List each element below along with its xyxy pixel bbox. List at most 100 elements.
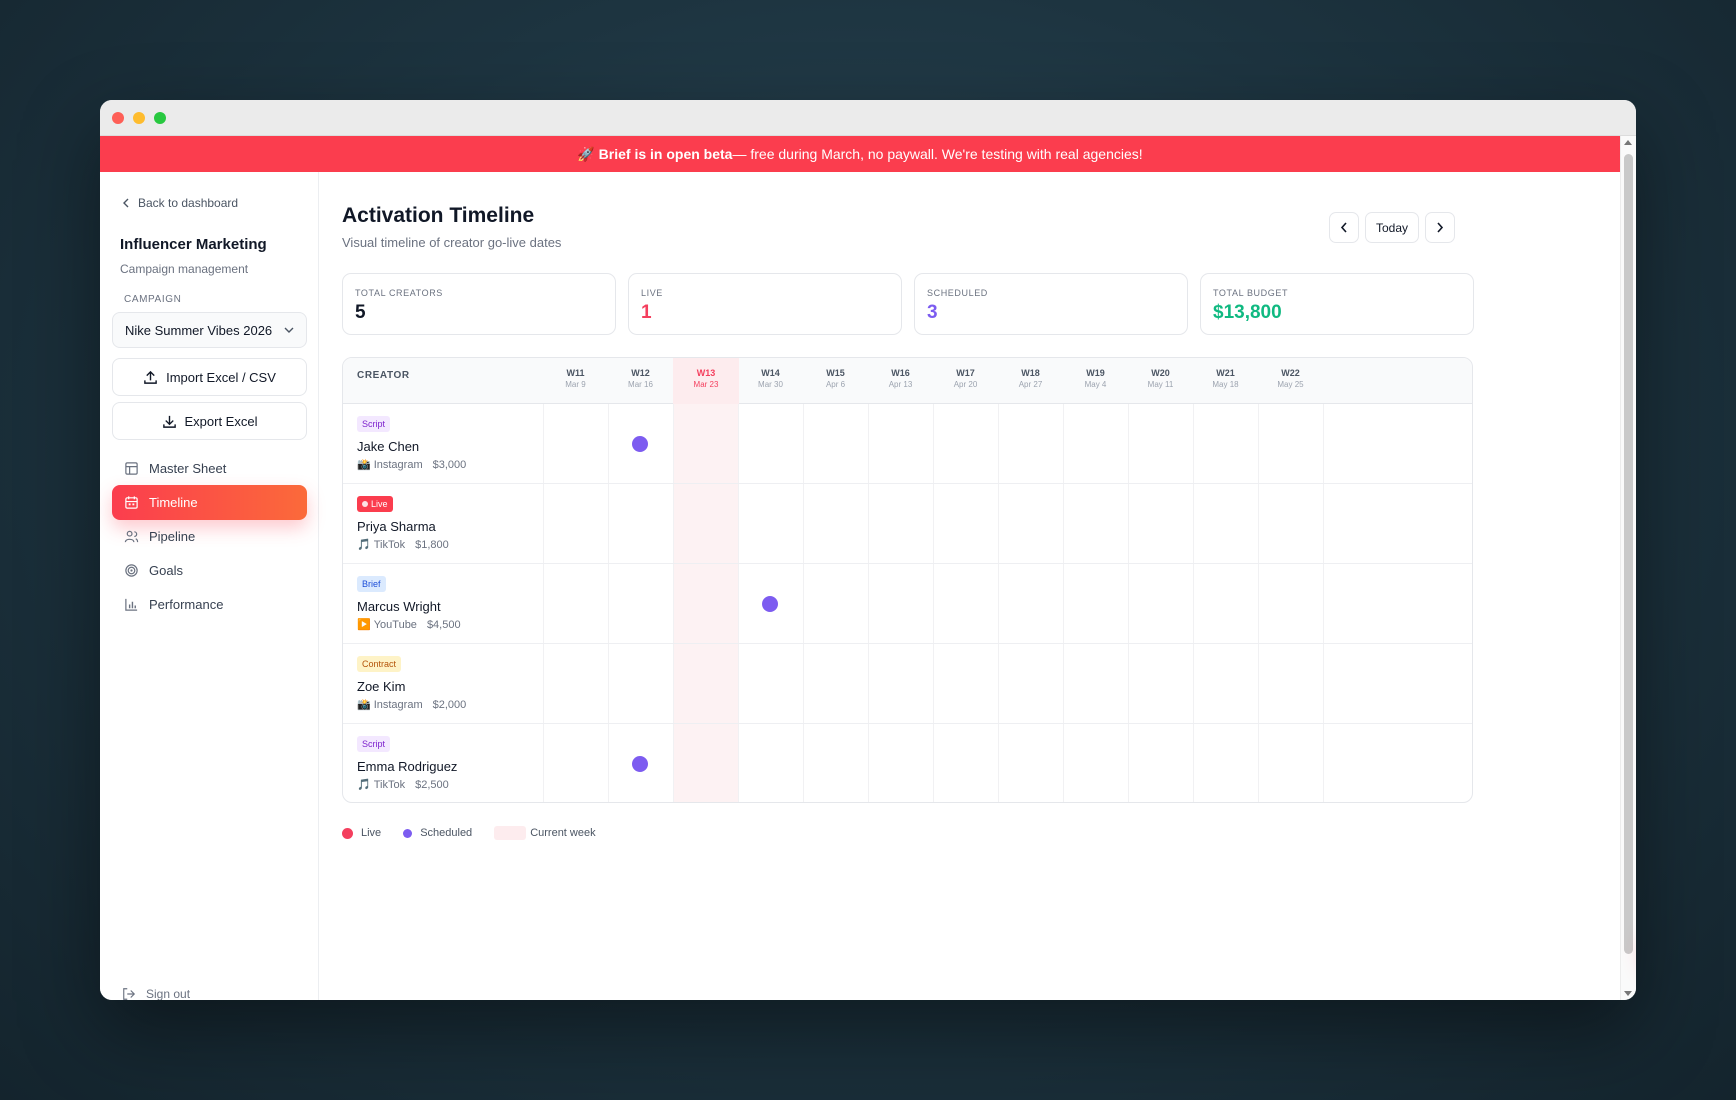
nav-item-goals[interactable]: Goals	[112, 553, 307, 588]
nav-label-pipeline: Pipeline	[149, 529, 196, 544]
status-badge: Live	[357, 496, 393, 512]
close-window-button[interactable]	[112, 111, 124, 124]
stat-card-total-budget: TOTAL BUDGET $13,800	[1200, 273, 1474, 335]
calendar-icon	[125, 496, 138, 509]
download-icon	[162, 415, 176, 428]
sign-out-link[interactable]: Sign out	[122, 987, 190, 1000]
nav-item-performance[interactable]: Performance	[112, 587, 307, 622]
timeline-grid: CREATOR W11 Mar 9 W12 Mar 16 W13 Mar 23 W14…	[342, 357, 1473, 803]
creator-platform: 🎵 TikTok	[357, 538, 405, 552]
week-header-w21: W21 May 18	[1193, 358, 1258, 404]
nav-label-master-sheet: Master Sheet	[149, 461, 227, 476]
chevron-down-icon	[284, 327, 294, 333]
bar-chart-icon	[125, 598, 138, 611]
creator-name: Priya Sharma	[357, 519, 436, 534]
week-header-w13: W13 Mar 23	[673, 358, 739, 404]
legend-current-week-label: Current week	[530, 827, 596, 839]
week-header-w14: W14 Mar 30	[738, 358, 803, 404]
banner-bold-text: Brief is in open beta	[598, 146, 733, 162]
week-number: W11	[566, 368, 585, 378]
week-header-w12: W12 Mar 16	[608, 358, 673, 404]
creator-platform: 🎵 TikTok	[357, 778, 406, 792]
platform-label: Instagram	[373, 458, 423, 471]
timeline-legend: Live Scheduled Current week	[342, 826, 596, 840]
week-number: W18	[1021, 368, 1040, 378]
timeline-header: CREATOR W11 Mar 9 W12 Mar 16 W13 Mar 23 W14…	[343, 358, 1472, 404]
import-excel-button[interactable]: Import Excel / CSV	[112, 358, 307, 396]
creator-row-zoe-kim[interactable]: Contract Zoe Kim 📸 Instagram $2,000	[343, 644, 1472, 724]
banner-text: — free during March, no paywall. We're t…	[732, 146, 1143, 162]
legend-live-label: Live	[361, 827, 382, 839]
week-header-w11: W11 Mar 9	[543, 358, 608, 404]
nav-label-goals: Goals	[149, 563, 183, 578]
creator-name: Zoe Kim	[357, 679, 406, 694]
window-titlebar	[100, 100, 1636, 136]
stat-label: TOTAL BUDGET	[1213, 288, 1289, 298]
beta-banner: 🚀 Brief is in open beta — free during Ma…	[100, 136, 1620, 172]
creator-budget: $1,800	[415, 538, 449, 551]
creator-row-priya-sharma[interactable]: Live Priya Sharma 🎵 TikTok $1,800	[343, 484, 1472, 564]
scroll-up-arrow-icon[interactable]	[1624, 140, 1632, 145]
target-icon	[125, 564, 138, 577]
stat-value: $13,800	[1213, 302, 1282, 323]
stat-value: 3	[927, 302, 938, 323]
instagram-icon: 📸	[357, 699, 371, 711]
week-number: W16	[891, 368, 910, 378]
instagram-icon: 📸	[357, 459, 371, 471]
stat-card-live: LIVE 1	[628, 273, 902, 335]
minimize-window-button[interactable]	[133, 111, 145, 124]
creator-budget: $2,000	[432, 698, 467, 711]
stat-label: SCHEDULED	[927, 288, 988, 298]
creator-row-jake-chen[interactable]: Script Jake Chen 📸 Instagram $3,000	[343, 404, 1472, 484]
platform-label: YouTube	[373, 618, 417, 631]
nav-item-pipeline[interactable]: Pipeline	[112, 519, 307, 554]
back-to-dashboard-link[interactable]: Back to dashboard	[122, 196, 238, 210]
nav-item-master-sheet[interactable]: Master Sheet	[112, 451, 307, 486]
export-excel-button[interactable]: Export Excel	[112, 402, 307, 440]
status-badge: Contract	[357, 656, 402, 672]
creator-row-emma-rodriguez[interactable]: Script Emma Rodriguez 🎵 TikTok $2,500	[343, 724, 1472, 802]
upload-icon	[144, 370, 157, 384]
creator-platform: 📸 Instagram	[357, 458, 423, 472]
page-scrollbar[interactable]	[1620, 136, 1636, 1000]
scroll-down-arrow-icon[interactable]	[1624, 991, 1632, 996]
platform-label: TikTok	[373, 778, 406, 791]
week-number: W17	[956, 368, 975, 378]
week-number: W19	[1086, 368, 1105, 378]
week-number: W12	[631, 368, 650, 378]
creator-meta: 🎵 TikTok $2,500	[357, 778, 449, 792]
next-button[interactable]	[1425, 212, 1455, 243]
week-date: Mar 23	[693, 380, 719, 389]
stat-value: 5	[355, 302, 366, 323]
scheduled-marker[interactable]	[762, 596, 778, 612]
creator-meta: ▶️ YouTube $4,500	[357, 618, 461, 632]
creator-meta: 📸 Instagram $3,000	[357, 458, 467, 472]
week-number: W13	[696, 368, 716, 378]
main-content: Activation Timeline Visual timeline of c…	[320, 172, 1620, 1000]
creator-budget: $3,000	[432, 458, 467, 471]
scrollbar-thumb[interactable]	[1624, 154, 1633, 954]
status-badge-label: Live	[371, 499, 388, 509]
week-header-w20: W20 May 11	[1128, 358, 1193, 404]
current-week-legend-swatch	[494, 826, 527, 840]
creator-row-marcus-wright[interactable]: Brief Marcus Wright ▶️ YouTube $4,500	[343, 564, 1472, 644]
campaign-select[interactable]: Nike Summer Vibes 2026	[112, 312, 307, 348]
previous-button[interactable]	[1329, 212, 1359, 243]
scheduled-marker[interactable]	[632, 756, 648, 772]
chevron-left-icon	[1340, 222, 1347, 233]
rocket-icon: 🚀	[577, 145, 595, 162]
week-number: W15	[826, 368, 845, 378]
status-badge: Script	[357, 736, 391, 752]
week-number: W14	[761, 368, 780, 378]
scheduled-legend-dot-icon	[403, 828, 413, 838]
week-date: Mar 16	[628, 380, 653, 389]
week-date: May 4	[1084, 380, 1107, 389]
nav-item-timeline[interactable]: Timeline	[112, 485, 307, 520]
maximize-window-button[interactable]	[154, 111, 166, 124]
scheduled-marker[interactable]	[632, 436, 648, 452]
chevron-right-icon	[1437, 222, 1444, 233]
campaign-label: CAMPAIGN	[124, 294, 182, 305]
page-title: Activation Timeline	[342, 204, 535, 227]
week-date: Apr 6	[825, 380, 846, 389]
today-button[interactable]: Today	[1365, 212, 1419, 243]
